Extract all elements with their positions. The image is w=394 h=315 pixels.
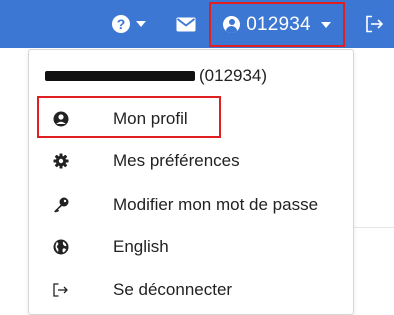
user-dropdown-menu: (012934) Mon profil Mes préférences Modi… (28, 49, 354, 315)
help-icon: ? (112, 15, 130, 33)
dropdown-user-header: (012934) (45, 64, 267, 88)
redacted-user-name (45, 71, 195, 81)
logout-button[interactable] (360, 0, 390, 48)
chevron-down-icon (320, 21, 331, 28)
menu-item-change-password[interactable]: Modifier mon mot de passe (29, 183, 353, 226)
sign-out-icon (52, 281, 70, 299)
menu-item-label: Modifier mon mot de passe (113, 194, 319, 214)
menu-item-label: Se déconnecter (113, 279, 233, 299)
gear-icon (52, 152, 70, 170)
menu-item-label: Mes préférences (113, 150, 240, 170)
key-icon (52, 196, 70, 214)
sign-out-icon (366, 15, 384, 33)
dropdown-user-code: (012934) (199, 66, 268, 85)
menu-item-label: Mon profil (113, 108, 188, 128)
top-navbar: ? 012934 (0, 0, 394, 48)
user-circle-icon (223, 16, 241, 33)
menu-item-english[interactable]: English (29, 225, 353, 268)
user-circle-icon (52, 110, 70, 128)
menu-item-logout[interactable]: Se déconnecter (29, 268, 353, 311)
chevron-down-icon (136, 21, 146, 27)
user-menu-button[interactable]: 012934 (209, 2, 345, 47)
menu-item-preferences[interactable]: Mes préférences (29, 139, 353, 182)
menu-item-profile[interactable]: Mon profil (29, 97, 353, 140)
messages-button[interactable] (172, 0, 200, 48)
help-menu-button[interactable]: ? (109, 0, 149, 48)
globe-icon (52, 238, 70, 256)
page-divider (352, 227, 394, 228)
user-code-label: 012934 (246, 13, 311, 35)
menu-item-label: English (113, 236, 169, 256)
envelope-icon (176, 17, 196, 31)
